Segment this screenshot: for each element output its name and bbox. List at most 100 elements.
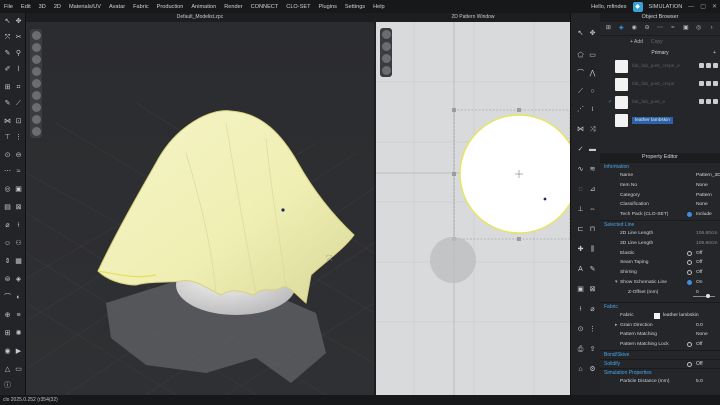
- button-icon[interactable]: ⊙: [3, 151, 12, 160]
- menu-3d[interactable]: 3D: [35, 4, 50, 10]
- pin-point[interactable]: [281, 208, 285, 212]
- prop-elastic[interactable]: Elastic Off: [600, 249, 720, 259]
- shape-icon[interactable]: △: [3, 365, 12, 374]
- avatar-display-icon[interactable]: [31, 31, 41, 40]
- notch-icon[interactable]: ⊥: [576, 205, 585, 214]
- garment-cloth[interactable]: [97, 110, 355, 304]
- flat-icon[interactable]: ▭: [14, 365, 23, 374]
- pen-icon[interactable]: ✎: [3, 99, 12, 108]
- tack-icon[interactable]: ⚲: [14, 49, 23, 58]
- prop-value[interactable]: Pattern_3D: [696, 171, 720, 181]
- texture-icon[interactable]: ▤: [3, 203, 12, 212]
- internal-line-icon[interactable]: ⟋: [576, 87, 585, 96]
- puckering-tab-icon[interactable]: ≈: [669, 25, 676, 32]
- section-sim-props[interactable]: Simulation Properties: [600, 367, 720, 377]
- garment-display-icon[interactable]: [31, 43, 41, 52]
- prop-fabric[interactable]: Fabric leather lambskin: [600, 311, 720, 321]
- lighting-display-icon[interactable]: [31, 91, 41, 100]
- graphic-tab-icon[interactable]: ▣: [682, 25, 689, 32]
- pin-icon[interactable]: ✎: [3, 49, 12, 58]
- pressure-icon[interactable]: ◈: [14, 275, 23, 284]
- pattern-display-icon[interactable]: [381, 30, 391, 39]
- matching-lock-toggle[interactable]: [687, 342, 692, 348]
- light-icon[interactable]: ✺: [14, 329, 23, 338]
- zip-icon[interactable]: ⋮: [14, 133, 23, 142]
- list-item[interactable]: ✓ fab_fab_post_e: [600, 93, 720, 111]
- shirt-icon[interactable]: ⊤: [3, 133, 12, 142]
- menu-production[interactable]: Production: [153, 4, 188, 10]
- section-bond[interactable]: Bond/Skive: [600, 349, 720, 359]
- primary-row[interactable]: Primary +: [600, 48, 720, 57]
- smooth-icon[interactable]: ⌇: [14, 65, 23, 74]
- check-seam-icon[interactable]: ✓: [576, 145, 585, 154]
- texture-display-icon[interactable]: [31, 55, 41, 64]
- select-icon[interactable]: ↖: [3, 17, 12, 26]
- maximize-icon[interactable]: ▢: [700, 3, 706, 10]
- trace-icon[interactable]: ◌: [576, 185, 585, 194]
- puckering-icon[interactable]: ≈: [14, 167, 23, 176]
- tape-icon[interactable]: ▬: [588, 145, 597, 154]
- more-tab-icon[interactable]: ›: [708, 25, 715, 32]
- shirring-icon[interactable]: ≋: [588, 165, 597, 174]
- polygon-icon[interactable]: ⬠: [576, 51, 585, 60]
- buttonhole-tab-icon[interactable]: ⊖: [644, 25, 651, 32]
- pattern-pin[interactable]: [543, 197, 547, 201]
- info-icon[interactable]: ⓘ: [3, 381, 12, 390]
- info-2d-icon[interactable]: [381, 66, 391, 75]
- brush-icon[interactable]: ✐: [3, 65, 12, 74]
- button-tab-icon[interactable]: ◉: [631, 25, 638, 32]
- pose-icon[interactable]: ⚇: [14, 239, 23, 248]
- strain-icon[interactable]: ⊜: [3, 275, 12, 284]
- scene-tab-icon[interactable]: ⊞: [605, 25, 612, 32]
- shape-display-icon[interactable]: [31, 127, 41, 136]
- camera-display-icon[interactable]: [31, 103, 41, 112]
- buttonhole-icon[interactable]: ⊖: [14, 151, 23, 160]
- copy-button[interactable]: Copy: [651, 39, 663, 45]
- menu-animation[interactable]: Animation: [187, 4, 220, 10]
- annotation-icon[interactable]: ✎: [588, 265, 597, 274]
- fold-line-icon[interactable]: ≀: [588, 105, 597, 114]
- section-information[interactable]: Information: [600, 162, 720, 171]
- grade-icon[interactable]: ⊿: [588, 185, 597, 194]
- grid-icon[interactable]: ⊞: [3, 329, 12, 338]
- measure-2d-icon[interactable]: ⌀: [588, 305, 597, 314]
- viewport-3d[interactable]: Default_Modelist.zpc ⤧: [26, 13, 374, 395]
- slash-icon[interactable]: ⋰: [576, 105, 585, 114]
- ruler-2d-icon[interactable]: ⟊: [576, 305, 585, 314]
- transform-pattern-icon[interactable]: ↖: [576, 29, 585, 38]
- prop-schematic[interactable]: ▾ Show Schematic Line On: [600, 278, 720, 288]
- menu-materials[interactable]: Materials/UV: [65, 4, 105, 10]
- list-item[interactable]: fab_fab_post_crepe: [600, 75, 720, 93]
- prop-category[interactable]: Category Pattern: [600, 191, 720, 201]
- menu-file[interactable]: File: [0, 4, 17, 10]
- prop-value[interactable]: None: [696, 181, 708, 191]
- size-icon[interactable]: ⇕: [3, 257, 12, 266]
- menu-settings[interactable]: Settings: [341, 4, 369, 10]
- section-selected-line[interactable]: Selected Line: [600, 219, 720, 229]
- menu-clo-set[interactable]: CLO-SET: [282, 4, 314, 10]
- curve-icon[interactable]: ⌒: [576, 69, 585, 78]
- wire-display-icon[interactable]: [31, 79, 41, 88]
- z-offset-slider[interactable]: [693, 295, 715, 297]
- shirring-toggle[interactable]: [687, 270, 692, 276]
- prop-seam-taping[interactable]: Seam Taping Off: [600, 258, 720, 268]
- move-icon[interactable]: ✥: [14, 17, 23, 26]
- edit-point-icon[interactable]: ✥: [588, 29, 597, 38]
- cut-icon[interactable]: ⌗: [14, 83, 23, 92]
- seam-taping-toggle[interactable]: [687, 260, 692, 266]
- section-fabric[interactable]: Fabric: [600, 301, 720, 311]
- add-button[interactable]: + Add: [630, 39, 643, 45]
- seam-icon[interactable]: ⋈: [576, 125, 585, 134]
- menu-fabric[interactable]: Fabric: [129, 4, 153, 10]
- fit-icon[interactable]: ▦: [14, 257, 23, 266]
- menu-help[interactable]: Help: [369, 4, 389, 10]
- minimize-icon[interactable]: —: [688, 4, 694, 10]
- menu-render[interactable]: Render: [220, 4, 246, 10]
- list-item[interactable]: fab_fab_post_crepe_e: [600, 57, 720, 75]
- wire-icon[interactable]: ⊕: [3, 311, 12, 320]
- tech-pack-checkbox[interactable]: [687, 212, 692, 218]
- button-2d-icon[interactable]: ⊙: [576, 325, 585, 334]
- rectangle-icon[interactable]: ▭: [588, 51, 597, 60]
- z-offset-knob[interactable]: [706, 293, 710, 298]
- layer-icon[interactable]: ≡: [14, 311, 23, 320]
